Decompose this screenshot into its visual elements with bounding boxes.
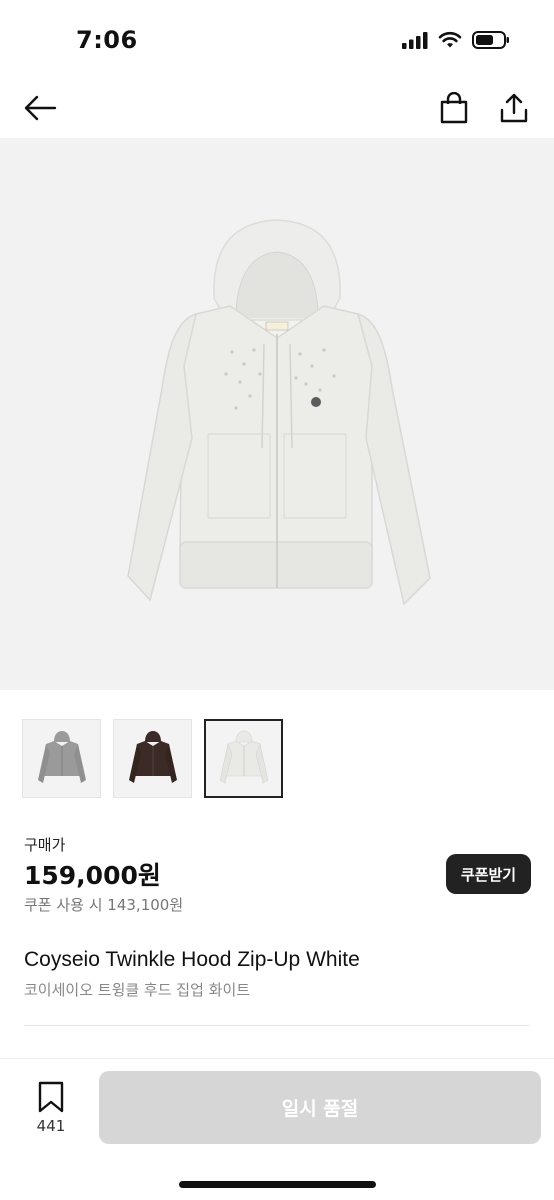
thumbnail-white[interactable] xyxy=(204,719,283,798)
product-image[interactable] xyxy=(0,138,554,690)
wishlist-button[interactable]: 441 xyxy=(28,1081,74,1135)
status-bar: 7:06 xyxy=(0,0,554,80)
top-nav xyxy=(0,80,554,136)
arrow-left-icon xyxy=(24,95,57,121)
status-icons xyxy=(402,30,510,50)
bottom-action-bar: 441 일시 품절 xyxy=(0,1058,554,1200)
signal-icon xyxy=(402,32,428,49)
battery-icon xyxy=(472,31,509,49)
divider xyxy=(24,1025,530,1026)
status-time: 7:06 xyxy=(76,26,138,54)
shopping-bag-button[interactable] xyxy=(434,88,474,128)
wishlist-count: 441 xyxy=(36,1117,66,1135)
shopping-bag-icon xyxy=(440,92,468,124)
price: 159,000원 xyxy=(24,861,161,890)
bookmark-icon xyxy=(38,1081,64,1113)
sold-out-button[interactable]: 일시 품절 xyxy=(99,1071,541,1144)
get-coupon-button[interactable]: 쿠폰받기 xyxy=(446,854,531,894)
thumbnail-brown[interactable] xyxy=(113,719,192,798)
hoodie-image xyxy=(127,219,431,606)
product-name-korean: 코이세이오 트윙클 후드 집업 화이트 xyxy=(24,981,251,999)
product-name: Coyseio Twinkle Hood Zip-Up White xyxy=(24,948,360,971)
price-label: 구매가 xyxy=(24,836,66,854)
coupon-price: 쿠폰 사용 시 143,100원 xyxy=(24,896,184,914)
wifi-icon xyxy=(438,31,462,48)
hoodie-brown-thumbnail xyxy=(128,730,177,783)
hoodie-white-thumbnail xyxy=(219,730,268,783)
hoodie-gray-thumbnail xyxy=(37,730,86,783)
home-indicator xyxy=(179,1181,376,1188)
back-button[interactable] xyxy=(20,88,60,128)
thumbnail-gray[interactable] xyxy=(22,719,101,798)
share-icon xyxy=(500,93,528,123)
thumbnail-list xyxy=(22,719,283,798)
share-button[interactable] xyxy=(494,88,534,128)
